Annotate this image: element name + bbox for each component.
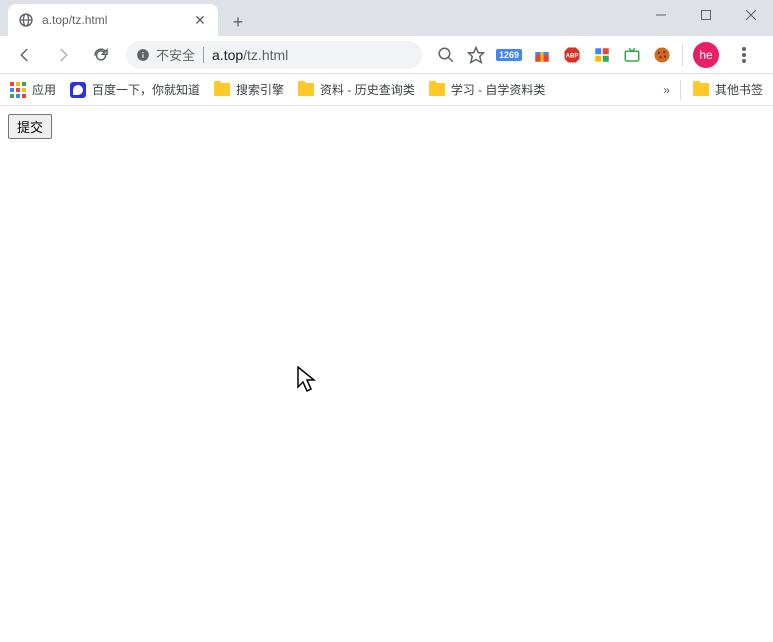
minimize-button[interactable] (638, 0, 683, 30)
maximize-button[interactable] (683, 0, 728, 30)
url-path: /tz.html (243, 47, 288, 63)
apps-shortcut[interactable]: 应用 (10, 81, 56, 98)
bookmark-baidu[interactable]: 百度一下，你就知道 (70, 81, 200, 98)
toolbar-actions: 1269 ABP he (430, 40, 765, 70)
extension-tv-icon[interactable] (622, 45, 642, 65)
other-bookmarks[interactable]: 其他书签 (693, 81, 763, 98)
url-text: a.top/tz.html (212, 47, 288, 63)
toolbar: 不安全 a.top/tz.html 1269 ABP (0, 36, 773, 74)
tab-title: a.top/tz.html (42, 13, 184, 27)
forward-button[interactable] (46, 40, 80, 70)
bookmark-label: 百度一下，你就知道 (92, 81, 200, 98)
other-bookmarks-label: 其他书签 (715, 81, 763, 98)
extension-cookie-icon[interactable] (652, 45, 672, 65)
apps-icon (10, 82, 26, 98)
bookmark-folder-search[interactable]: 搜索引擎 (214, 81, 284, 98)
insecure-label: 不安全 (156, 45, 195, 64)
address-bar[interactable]: 不安全 a.top/tz.html (126, 41, 422, 69)
bookmark-separator (680, 80, 681, 100)
security-indicator[interactable]: 不安全 (136, 45, 195, 64)
titlebar: a.top/tz.html ✕ + (0, 0, 773, 36)
extension-badge[interactable]: 1269 (496, 45, 522, 65)
globe-icon (18, 12, 34, 28)
url-host: a.top (212, 47, 243, 63)
profile-avatar[interactable]: he (693, 42, 719, 68)
bookmark-folder-history[interactable]: 资料 - 历史查询类 (298, 81, 415, 98)
bookmark-label: 学习 - 自学资料类 (451, 81, 546, 98)
close-tab-icon[interactable]: ✕ (192, 12, 208, 28)
back-button[interactable] (8, 40, 42, 70)
submit-button[interactable]: 提交 (8, 114, 52, 139)
folder-icon (693, 83, 709, 96)
svg-text:ABP: ABP (566, 53, 579, 59)
baidu-icon (70, 82, 86, 98)
info-icon (136, 48, 150, 62)
extension-badge-count: 1269 (496, 49, 522, 61)
bookmark-label: 搜索引擎 (236, 81, 284, 98)
mouse-cursor-icon (296, 366, 318, 399)
browser-tab[interactable]: a.top/tz.html ✕ (8, 4, 218, 36)
new-tab-button[interactable]: + (224, 8, 252, 36)
avatar-initials: he (699, 48, 712, 62)
reload-button[interactable] (84, 40, 118, 70)
menu-button[interactable] (729, 40, 759, 70)
bookmark-overflow-button[interactable]: » (663, 83, 668, 97)
toolbar-separator (682, 44, 683, 66)
window-controls (638, 0, 773, 30)
folder-icon (214, 83, 230, 96)
extension-gift-icon[interactable] (532, 45, 552, 65)
adblock-icon[interactable]: ABP (562, 45, 582, 65)
close-window-button[interactable] (728, 0, 773, 30)
folder-icon (298, 83, 314, 96)
page-content: 提交 (0, 106, 773, 642)
address-divider (203, 47, 204, 63)
bookmarks-bar: 应用 百度一下，你就知道 搜索引擎 资料 - 历史查询类 学习 - 自学资料类 … (0, 74, 773, 106)
zoom-icon[interactable] (436, 45, 456, 65)
bookmark-folder-study[interactable]: 学习 - 自学资料类 (429, 81, 546, 98)
extension-grid-icon[interactable] (592, 45, 612, 65)
star-icon[interactable] (466, 45, 486, 65)
apps-label: 应用 (32, 81, 56, 98)
folder-icon (429, 83, 445, 96)
bookmark-label: 资料 - 历史查询类 (320, 81, 415, 98)
